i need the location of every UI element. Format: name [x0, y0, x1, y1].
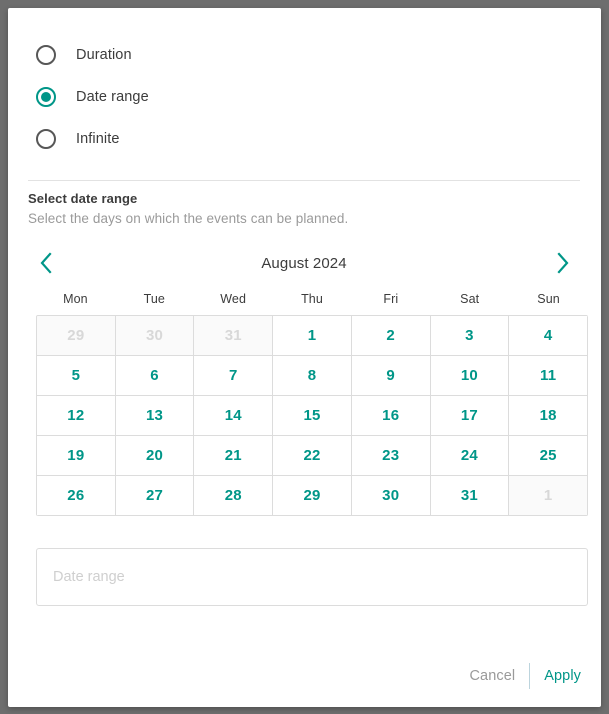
- radio-label-infinite: Infinite: [76, 131, 120, 147]
- chevron-right-icon[interactable]: [549, 249, 577, 277]
- weekday-label: Tue: [143, 292, 165, 306]
- calendar-day[interactable]: 13: [115, 396, 195, 436]
- chevron-left-icon[interactable]: [31, 249, 59, 277]
- calendar-day[interactable]: 4: [509, 316, 588, 356]
- dialog-footer: Cancel Apply: [455, 661, 581, 691]
- section-subtitle: Select the days on which the events can …: [28, 211, 349, 226]
- radio-option-infinite[interactable]: Infinite: [28, 118, 580, 160]
- date-range-input[interactable]: [51, 568, 587, 586]
- date-range-input-wrapper[interactable]: [36, 548, 588, 606]
- month-navigation: August 2024: [28, 240, 580, 286]
- apply-button[interactable]: Apply: [530, 668, 581, 684]
- schedule-mode-radio-group: Duration Date range Infinite: [28, 8, 580, 160]
- weekday-label: Sun: [537, 292, 560, 306]
- calendar-day-disabled: 30: [115, 316, 195, 356]
- section-title: Select date range: [28, 191, 138, 206]
- calendar-day[interactable]: 20: [115, 436, 195, 476]
- calendar-day[interactable]: 29: [273, 476, 352, 516]
- radio-unchecked-icon[interactable]: [36, 129, 56, 149]
- dialog-content: Duration Date range Infinite Select date…: [28, 8, 588, 606]
- radio-checked-icon[interactable]: [36, 87, 56, 107]
- calendar-day[interactable]: 10: [430, 356, 510, 396]
- calendar-day[interactable]: 18: [509, 396, 588, 436]
- weekday-label: Mon: [63, 292, 88, 306]
- radio-label-date-range: Date range: [76, 89, 149, 105]
- radio-dot: [41, 92, 51, 102]
- calendar-day[interactable]: 7: [194, 356, 274, 396]
- calendar-day[interactable]: 28: [194, 476, 274, 516]
- calendar-day[interactable]: 5: [37, 356, 116, 396]
- calendar-day[interactable]: 31: [430, 476, 510, 516]
- calendar-day[interactable]: 23: [351, 436, 431, 476]
- weekday-label: Fri: [383, 292, 399, 306]
- radio-unchecked-icon[interactable]: [36, 45, 56, 65]
- calendar-day[interactable]: 8: [273, 356, 352, 396]
- calendar-day[interactable]: 30: [351, 476, 431, 516]
- calendar-day[interactable]: 26: [37, 476, 116, 516]
- calendar-day[interactable]: 12: [37, 396, 116, 436]
- calendar-day[interactable]: 14: [194, 396, 274, 436]
- calendar-day[interactable]: 22: [273, 436, 352, 476]
- calendar-day[interactable]: 11: [509, 356, 588, 396]
- calendar-day[interactable]: 19: [37, 436, 116, 476]
- month-label: August 2024: [261, 254, 347, 272]
- calendar-day[interactable]: 25: [509, 436, 588, 476]
- radio-option-date-range[interactable]: Date range: [28, 76, 580, 118]
- calendar-day[interactable]: 21: [194, 436, 274, 476]
- calendar-day[interactable]: 1: [273, 316, 352, 356]
- radio-label-duration: Duration: [76, 47, 132, 63]
- calendar-day-disabled: 31: [194, 316, 274, 356]
- radio-dot: [41, 134, 51, 144]
- calendar-day[interactable]: 2: [351, 316, 431, 356]
- calendar-day-disabled: 1: [509, 476, 588, 516]
- calendar-day[interactable]: 24: [430, 436, 510, 476]
- calendar-day-disabled: 29: [37, 316, 116, 356]
- calendar-day[interactable]: 17: [430, 396, 510, 436]
- cancel-button[interactable]: Cancel: [455, 668, 529, 684]
- weekday-header-row: Mon Tue Wed Thu Fri Sat Sun: [36, 292, 588, 315]
- date-range-dialog: Duration Date range Infinite Select date…: [8, 8, 601, 707]
- weekday-label: Thu: [301, 292, 323, 306]
- weekday-label: Wed: [220, 292, 247, 306]
- calendar-day[interactable]: 15: [273, 396, 352, 436]
- calendar-day[interactable]: 27: [115, 476, 195, 516]
- calendar-grid: 29 30 31 1 2 3 4 5 6 7 8 9 10 11 12 13 14 15 16 17 18 19 20 21 2…: [36, 315, 588, 516]
- calendar-day[interactable]: 6: [115, 356, 195, 396]
- weekday-label: Sat: [460, 292, 480, 306]
- calendar-day[interactable]: 9: [351, 356, 431, 396]
- radio-option-duration[interactable]: Duration: [28, 34, 580, 76]
- calendar-day[interactable]: 3: [430, 316, 510, 356]
- radio-dot: [41, 50, 51, 60]
- calendar-day[interactable]: 16: [351, 396, 431, 436]
- section-divider: [28, 180, 580, 181]
